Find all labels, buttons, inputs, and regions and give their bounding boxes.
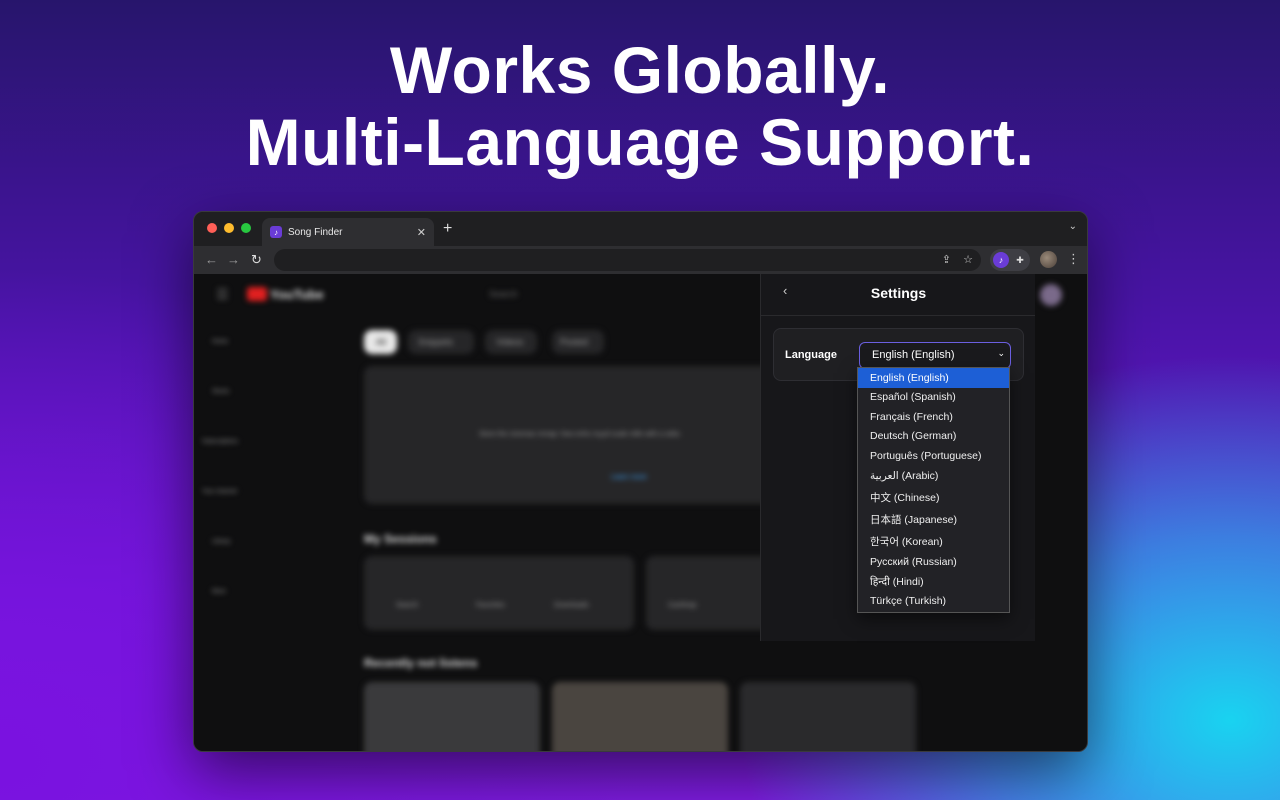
back-arrow-icon[interactable]: ←: [205, 252, 218, 267]
section-title: Recently not listens: [364, 656, 478, 670]
language-option[interactable]: Türkçe (Turkish): [858, 592, 1009, 612]
chip-label: Videos: [496, 337, 524, 347]
banner-link: Learn more: [611, 474, 647, 481]
language-option[interactable]: العربية (Arabic): [858, 466, 1009, 487]
sidebar-item: Library: [212, 539, 231, 545]
language-option[interactable]: Deutsch (German): [858, 427, 1009, 447]
browser-tab[interactable]: ♪ Song Finder ✕: [262, 218, 434, 246]
sidebar-item: Subscriptions: [202, 439, 239, 445]
headline-line-2: Multi-Language Support.: [245, 105, 1035, 179]
sidebar-item: More: [212, 589, 226, 595]
language-option[interactable]: Português (Portuguese): [858, 446, 1009, 466]
profile-avatar[interactable]: [1040, 251, 1057, 268]
address-bar[interactable]: ⇪ ☆: [274, 249, 981, 271]
language-select[interactable]: English (English) ⌄: [859, 342, 1011, 369]
star-icon[interactable]: ☆: [963, 253, 973, 266]
sidebar-item: Home: [212, 339, 229, 345]
sidebar-item: Shorts: [212, 389, 230, 395]
language-option[interactable]: 한국어 (Korean): [858, 531, 1009, 553]
language-dropdown-list: English (English) Español (Spanish) Fran…: [857, 367, 1010, 613]
thumbnail: [364, 682, 540, 751]
settings-title: Settings: [870, 285, 927, 301]
extensions-group: ♪ ✚: [990, 249, 1030, 271]
reload-icon[interactable]: ↻: [251, 252, 262, 268]
logo-icon: [247, 287, 267, 301]
share-icon[interactable]: ⇪: [942, 253, 951, 266]
banner-text: Store the cinemas mmap: hew enhs myyd sc…: [479, 431, 680, 438]
tab-bar: ♪ Song Finder ✕ + ⌄: [194, 212, 1087, 246]
chip-label: All: [376, 337, 387, 347]
card-label: Favorites: [476, 602, 505, 609]
section-title: My Sessions: [364, 532, 437, 546]
puzzle-icon[interactable]: ✚: [1012, 252, 1028, 268]
headline-line-1: Works Globally.: [389, 33, 891, 107]
close-tab-icon[interactable]: ✕: [417, 226, 426, 239]
language-option[interactable]: 日本語 (Japanese): [858, 509, 1009, 531]
window-controls: [207, 223, 251, 233]
forward-arrow-icon[interactable]: →: [227, 252, 240, 267]
language-option[interactable]: Русский (Russian): [858, 553, 1009, 573]
browser-window: ♪ Song Finder ✕ + ⌄ ← → ↻ ⇪ ☆ ♪ ✚ ⋮ ☰ Yo…: [193, 211, 1088, 752]
chip-label: Snippets: [418, 337, 454, 347]
language-option[interactable]: हिन्दी (Hindi): [858, 572, 1009, 592]
close-window-button[interactable]: [207, 223, 217, 233]
language-option[interactable]: 中文 (Chinese): [858, 487, 1009, 509]
song-finder-extension-icon[interactable]: ♪: [993, 252, 1009, 268]
tab-title: Song Finder: [288, 226, 343, 238]
language-select-value: English (English): [872, 349, 955, 361]
thumbnail: [552, 682, 728, 751]
maximize-window-button[interactable]: [241, 223, 251, 233]
chip-label: Posted: [560, 337, 589, 347]
browser-toolbar: ← → ↻ ⇪ ☆ ♪ ✚ ⋮: [194, 246, 1087, 274]
card-label: Search: [396, 602, 419, 609]
language-label: Language: [785, 349, 837, 361]
search-placeholder: Search: [489, 289, 518, 299]
settings-header: ‹ Settings: [761, 274, 1035, 316]
thumbnail: [740, 682, 916, 751]
language-option[interactable]: Français (French): [858, 407, 1009, 427]
more-menu-icon[interactable]: ⋮: [1067, 251, 1080, 267]
logo-text: YouTube: [270, 287, 324, 302]
avatar: [1040, 284, 1062, 306]
chevron-down-icon[interactable]: ⌄: [1069, 221, 1077, 232]
card-group: [364, 556, 634, 630]
card-label: Cashtrap: [668, 602, 697, 609]
headline: Works Globally. Multi-Language Support.: [0, 34, 1280, 178]
minimize-window-button[interactable]: [224, 223, 234, 233]
card-label: Downloads: [554, 602, 589, 609]
music-note-icon: ♪: [270, 226, 282, 238]
language-option[interactable]: English (English): [858, 368, 1009, 388]
sidebar-item: Your channel: [202, 489, 237, 495]
chevron-down-icon: ⌄: [997, 348, 1005, 358]
language-option[interactable]: Español (Spanish): [858, 388, 1009, 408]
new-tab-button[interactable]: +: [443, 220, 452, 238]
menu-icon: ☰: [216, 286, 229, 302]
